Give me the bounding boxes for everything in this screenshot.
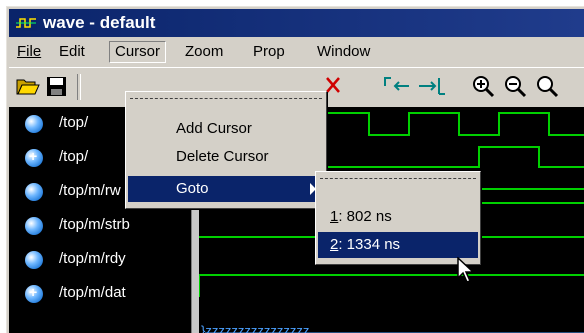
signal-dot-icon: [25, 251, 43, 269]
zoom-out-icon[interactable]: [503, 74, 529, 105]
cursor-menu: Add Cursor Delete Cursor Goto: [125, 91, 327, 209]
open-folder-icon[interactable]: [15, 74, 41, 103]
signal-name: /top/m/strb: [59, 216, 130, 233]
waveform-app-icon: [15, 15, 37, 31]
menu-file[interactable]: File: [13, 43, 45, 60]
menu-item-delete-cursor[interactable]: Delete Cursor: [128, 144, 324, 170]
menu-prop[interactable]: Prop: [249, 43, 289, 60]
goto-submenu: 1: 802 ns 2: 1334 ns: [315, 171, 481, 265]
wave-rdy: [199, 274, 584, 297]
find-next-transition-icon[interactable]: [417, 74, 447, 103]
wave-window: wave - default File Edit Cursor Zoom Pro…: [6, 6, 584, 333]
expand-signal-icon[interactable]: [25, 148, 43, 167]
zoom-full-icon[interactable]: [535, 74, 561, 105]
menu-bar: File Edit Cursor Zoom Prop Window: [9, 39, 584, 65]
signal-dot-icon: [25, 217, 43, 235]
menu-cursor[interactable]: Cursor: [109, 41, 167, 63]
signal-name: /top/: [59, 114, 89, 131]
signal-name: /top/m/rw: [59, 182, 121, 199]
expand-signal-icon[interactable]: [25, 284, 43, 303]
signal-name: /top/m/rdy: [59, 250, 126, 267]
signal-name: /top/: [59, 148, 89, 165]
menu-edit[interactable]: Edit: [55, 43, 89, 60]
title-bar: wave - default: [9, 9, 584, 37]
window-title: wave - default: [43, 13, 156, 32]
signal-dot-icon: [25, 183, 43, 201]
signal-row[interactable]: /top/m/dat: [9, 277, 191, 311]
menu-item-add-cursor[interactable]: Add Cursor: [128, 116, 324, 142]
menu-item-goto[interactable]: Goto: [128, 176, 324, 202]
menu-zoom[interactable]: Zoom: [181, 43, 227, 60]
goto-cursor-2[interactable]: 2: 1334 ns: [318, 232, 478, 258]
mouse-pointer-icon: [457, 256, 477, 290]
save-icon[interactable]: [45, 74, 69, 103]
goto-cursor-1[interactable]: 1: 802 ns: [318, 204, 478, 230]
submenu-tearoff[interactable]: [320, 178, 476, 179]
menu-tearoff[interactable]: [130, 98, 322, 99]
toolbar-separator: [77, 74, 81, 100]
signal-name: /top/m/dat: [59, 284, 126, 301]
menu-window[interactable]: Window: [313, 43, 374, 60]
signal-row[interactable]: /top/m/strb: [9, 209, 191, 243]
signal-row[interactable]: /top/m/rdy: [9, 243, 191, 277]
find-previous-transition-icon[interactable]: [383, 74, 413, 103]
zoom-in-icon[interactable]: [471, 74, 497, 105]
signal-dot-icon: [25, 115, 43, 133]
